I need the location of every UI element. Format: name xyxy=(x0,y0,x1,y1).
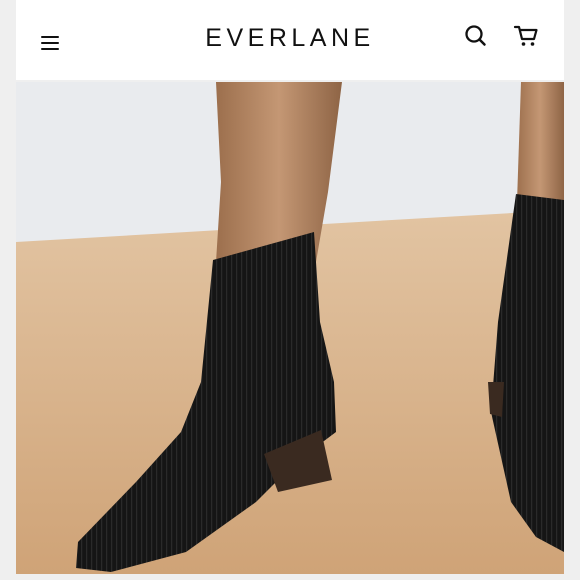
page-frame: EVERLANE xyxy=(0,0,580,580)
product-photo xyxy=(16,82,564,574)
search-icon[interactable] xyxy=(462,22,490,50)
boot-illustration xyxy=(16,82,564,574)
right-boot-heel xyxy=(488,382,504,417)
site-header: EVERLANE xyxy=(16,0,564,80)
cart-icon[interactable] xyxy=(512,22,540,50)
